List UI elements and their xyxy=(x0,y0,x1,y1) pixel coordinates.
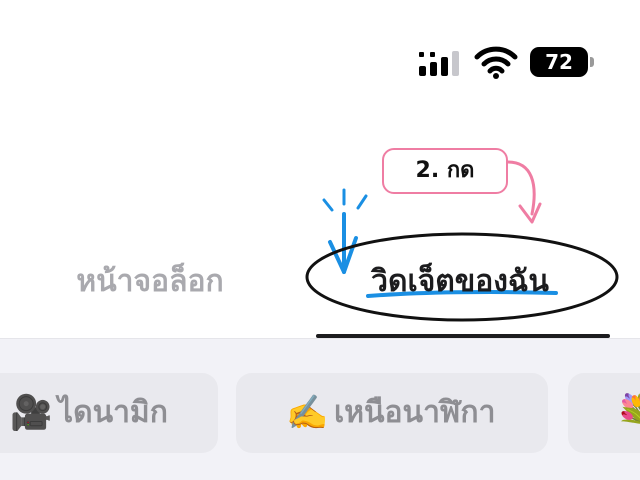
movie-camera-icon: 🎥 xyxy=(10,393,53,433)
pink-arrow-icon xyxy=(506,160,536,216)
bouquet-icon: 💐 xyxy=(616,393,640,433)
step-annotation-box: 2. กด xyxy=(382,148,508,194)
wifi-icon xyxy=(474,46,518,79)
tab-lock-screen[interactable]: หน้าจอล็อก xyxy=(40,252,260,312)
battery-indicator: 72 xyxy=(530,47,594,77)
chip-bouquet[interactable]: 💐 xyxy=(568,373,640,453)
blue-spark-icon xyxy=(322,188,368,212)
cellular-signal-icon xyxy=(419,51,459,76)
battery-cap xyxy=(590,57,594,67)
chip-dynamic[interactable]: 🎥 ไดนามิก xyxy=(0,373,218,453)
writing-hand-icon: ✍️ xyxy=(286,393,329,433)
chip-above-clock[interactable]: ✍️ เหนือนาฬิกา xyxy=(236,373,548,453)
pink-arrowhead-icon xyxy=(518,202,542,224)
chip-label: ไดนามิก xyxy=(58,395,168,430)
chip-label: เหนือนาฬิกา xyxy=(334,395,496,430)
status-bar: 72 xyxy=(0,0,640,110)
step-annotation-label: 2. กด xyxy=(415,158,475,183)
tab-my-widgets[interactable]: วิดเจ็ตของฉัน xyxy=(340,252,580,312)
category-chip-row[interactable]: 🎥 ไดนามิก ✍️ เหนือนาฬิกา 💐 xyxy=(0,339,640,480)
segmented-tab-bar: หน้าจอล็อก วิดเจ็ตของฉัน xyxy=(0,240,640,340)
battery-level: 72 xyxy=(545,50,573,74)
